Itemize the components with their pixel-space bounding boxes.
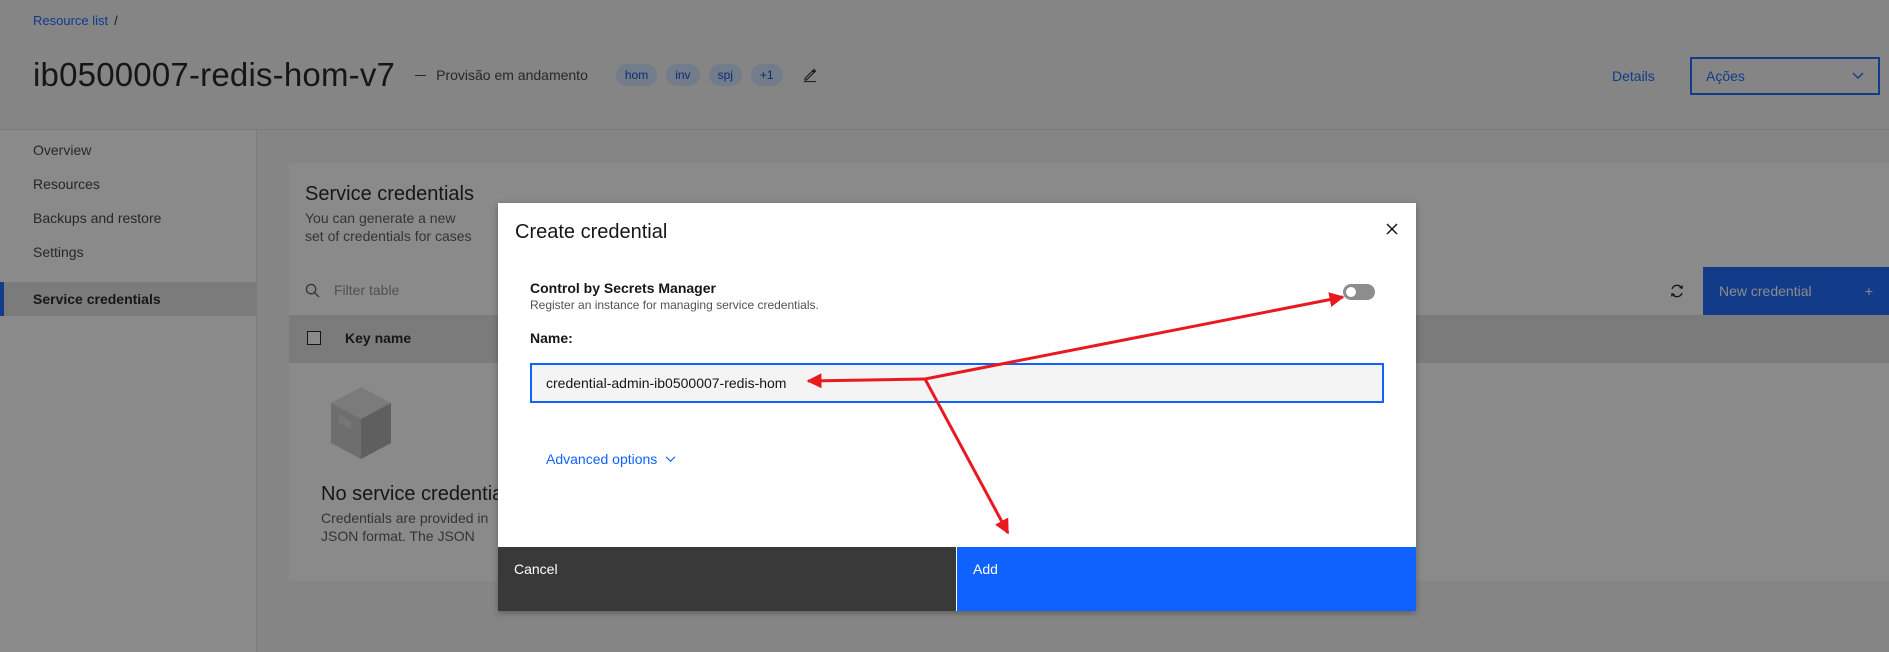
secrets-manager-label: Control by Secrets Manager (530, 280, 716, 296)
cancel-button[interactable]: Cancel (498, 547, 956, 611)
credential-name-input[interactable] (530, 363, 1384, 403)
cancel-label: Cancel (514, 561, 558, 577)
add-label: Add (973, 561, 998, 577)
advanced-options-toggle[interactable]: Advanced options (546, 451, 676, 467)
advanced-options-label: Advanced options (546, 451, 658, 467)
secrets-manager-toggle[interactable] (1343, 284, 1375, 300)
name-field-label: Name: (530, 330, 573, 346)
modal-title: Create credential (515, 221, 668, 243)
add-button[interactable]: Add (957, 547, 1416, 611)
toggle-knob (1346, 287, 1356, 297)
close-icon[interactable] (1382, 219, 1402, 239)
chevron-down-icon (666, 455, 676, 462)
secrets-manager-helper: Register an instance for managing servic… (530, 298, 819, 312)
create-credential-modal: Create credential Control by Secrets Man… (498, 203, 1416, 611)
